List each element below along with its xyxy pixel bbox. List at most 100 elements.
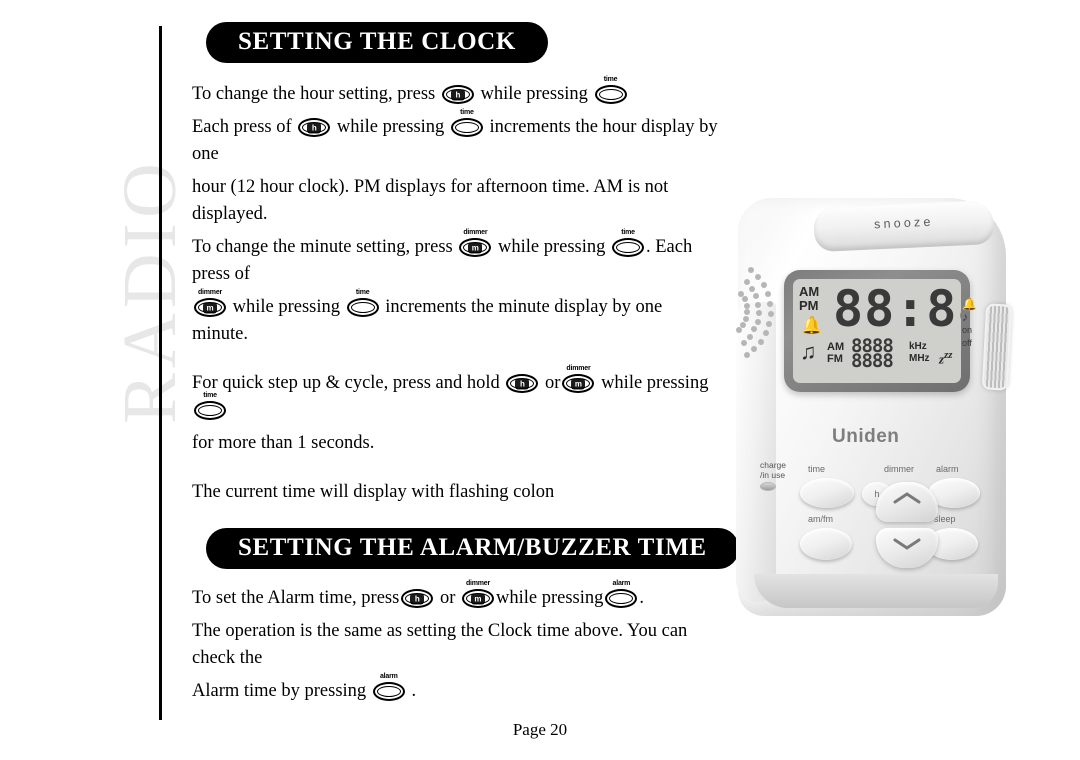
- chevron-up-icon: [893, 492, 921, 504]
- control-label-sleep: sleep: [934, 514, 956, 524]
- snooze-label: snooze: [873, 214, 934, 232]
- paragraph: To change the hour setting, press h whil…: [192, 76, 718, 108]
- paragraph-text: while pressing: [493, 237, 610, 257]
- paragraph-text: or: [540, 373, 561, 393]
- vertical-divider: [159, 26, 162, 720]
- section-heading-wrapper: SETTING THE CLOCK: [206, 22, 718, 63]
- section-heading: SETTING THE ALARM/BUZZER TIME: [206, 528, 739, 569]
- radio-watermark: RADIO: [107, 158, 192, 424]
- button-glyph-key: h: [307, 122, 322, 133]
- paragraph-text: for more than 1 seconds.: [192, 433, 375, 453]
- charge-indicator: charge /in use: [760, 460, 786, 491]
- button-glyph-key: m: [470, 593, 485, 604]
- speaker-dot: [761, 282, 768, 288]
- radio-device-illustration: snooze AM PM 🔔 ♫ 88:88 AM FM 8888 8888 k…: [736, 192, 1020, 620]
- paragraph: for more than 1 seconds.: [192, 430, 718, 457]
- lcd-ampm-indicator: AM PM: [799, 285, 819, 313]
- music-note-icon: ♫: [800, 339, 817, 364]
- control-label-alarm: alarm: [936, 464, 959, 474]
- paragraph-text: To set the Alarm time, press: [192, 588, 400, 608]
- speaker-dot: [755, 273, 762, 280]
- button-glyph-ring: m: [562, 374, 595, 393]
- button-glyph-caption: time: [355, 289, 370, 296]
- device-base-edge: [754, 574, 998, 608]
- button-glyph-time: time: [346, 289, 379, 317]
- button-glyph-time: time: [194, 392, 226, 420]
- speaker-dot: [754, 318, 761, 325]
- lcd-time-digits: 88:88: [833, 280, 961, 338]
- button-glyph-key: h: [410, 593, 425, 604]
- speaker-dot: [743, 279, 750, 286]
- button-glyph-caption: time: [460, 109, 474, 116]
- button-glyph-caption: time: [621, 229, 635, 236]
- snooze-button[interactable]: snooze: [813, 199, 995, 253]
- page-number: Page 20: [512, 720, 568, 739]
- lcd-display: AM PM 🔔 ♫ 88:88 AM FM 8888 8888 kHz MHz …: [793, 279, 961, 383]
- speaker-dot: [766, 320, 773, 327]
- lcd-am-band: AM: [827, 341, 845, 353]
- button-glyph-time: time: [450, 109, 483, 137]
- paragraph: To set the Alarm time, press h or dimmer m…: [192, 580, 718, 612]
- button-glyph-key: h: [515, 378, 530, 389]
- speaker-dot: [765, 291, 772, 298]
- button-glyph-ring: [450, 118, 483, 137]
- speaker-dot: [743, 302, 750, 309]
- speaker-dot: [755, 310, 762, 317]
- control-button-time[interactable]: [800, 478, 854, 508]
- button-glyph-ring: [594, 85, 627, 104]
- button-glyph-alarm: alarm: [372, 673, 405, 701]
- button-glyph-caption: dimmer: [566, 365, 591, 372]
- button-glyph-caption: alarm: [379, 673, 398, 680]
- button-glyph-dimmer: dimmer m: [459, 229, 492, 257]
- button-glyph-key: h: [450, 89, 465, 100]
- charge-led: [760, 482, 776, 491]
- speaker-dot: [749, 285, 756, 292]
- section-heading: SETTING THE CLOCK: [206, 22, 548, 63]
- button-glyph-ring: m: [459, 238, 492, 257]
- button-glyph-dimmer: dimmer m: [562, 365, 595, 393]
- speaker-dot: [767, 300, 774, 307]
- button-glyph-time: time: [594, 76, 627, 104]
- button-glyph-caption: dimmer: [465, 580, 491, 587]
- paragraph: Each press of h while pressing time incr…: [192, 109, 718, 168]
- speaker-dot: [741, 296, 748, 303]
- lcd-am-label: AM: [799, 284, 820, 299]
- volume-wheel[interactable]: [981, 303, 1013, 391]
- lcd-bezel: AM PM 🔔 ♫ 88:88 AM FM 8888 8888 kHz MHz …: [784, 270, 970, 392]
- bell-icon: 🔔: [801, 316, 823, 335]
- section-heading-wrapper: SETTING THE ALARM/BUZZER TIME: [206, 528, 739, 569]
- paragraph-text: For quick step up & cycle, press and hol…: [192, 373, 505, 393]
- lcd-mhz-label: MHz: [909, 353, 930, 364]
- paragraph-text: To change the hour setting, press: [192, 84, 440, 104]
- charge-label-line1: charge: [760, 460, 786, 470]
- speaker-dot: [740, 339, 747, 346]
- paragraph-text: .: [639, 588, 644, 608]
- paragraph-text: The current time will display with flash…: [192, 482, 555, 502]
- brand-label: Uniden: [832, 426, 900, 447]
- speaker-dot: [746, 333, 753, 340]
- control-label-dimmer: dimmer: [884, 464, 915, 474]
- lcd-pm-label: PM: [799, 298, 819, 313]
- control-button-amfm[interactable]: [800, 528, 852, 560]
- lcd-band-indicator: AM FM: [827, 341, 844, 365]
- button-glyph-time: time: [612, 229, 644, 257]
- button-glyph-ring: m: [194, 298, 226, 317]
- chevron-down-icon: [893, 538, 921, 550]
- button-glyph-dimmer: dimmer m: [461, 580, 494, 608]
- button-glyph-ring: h: [506, 374, 539, 393]
- lcd-sleep-zz: zz: [944, 349, 953, 361]
- button-glyph-caption: dimmer: [463, 229, 488, 236]
- speaker-dot: [742, 316, 749, 323]
- paragraph: The current time will display with flash…: [192, 479, 718, 506]
- paragraph-text: .: [406, 681, 417, 701]
- paragraph: To change the minute setting, press dimm…: [192, 229, 718, 288]
- lcd-khz-label: kHz: [909, 341, 927, 352]
- paragraph-text: Each press of: [192, 117, 297, 137]
- paragraph-text: Alarm time by pressing: [192, 681, 371, 701]
- button-glyph-ring: [194, 401, 226, 420]
- paragraph: dimmer m while pressing time increments t…: [192, 289, 718, 348]
- lcd-units: kHz MHz: [909, 341, 930, 365]
- paragraph-text: To change the minute setting, press: [192, 237, 458, 257]
- button-glyph-h: h: [441, 85, 474, 104]
- paragraph: hour (12 hour clock). PM displays for af…: [192, 174, 718, 228]
